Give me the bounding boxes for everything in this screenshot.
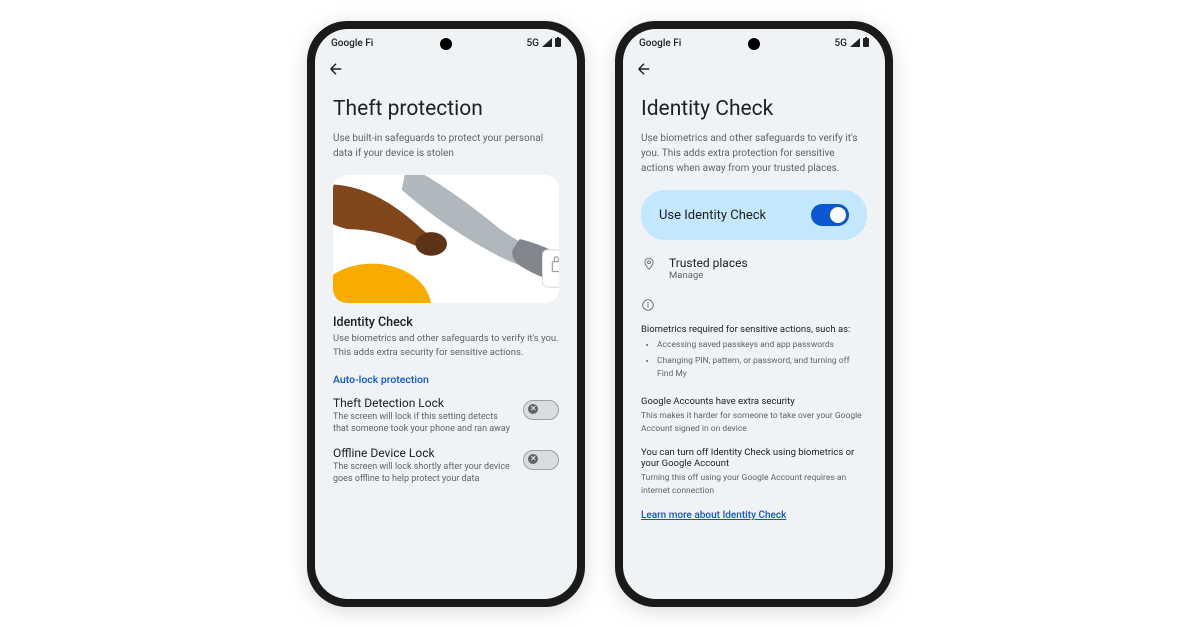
status-bar: Google Fi 5G <box>315 29 577 54</box>
biometrics-item-2: Changing PIN, pattern, or password, and … <box>657 355 867 382</box>
use-identity-check-toggle[interactable] <box>811 204 849 226</box>
google-accounts-info: Google Accounts have extra security This… <box>641 396 867 436</box>
turnoff-body: Turning this off using your Google Accou… <box>641 472 867 498</box>
hero-illustration <box>333 175 559 303</box>
use-identity-check-label: Use Identity Check <box>659 208 766 223</box>
back-button[interactable] <box>327 60 345 83</box>
theft-detection-desc: The screen will lock if this setting det… <box>333 411 513 436</box>
biometrics-info: Biometrics required for sensitive action… <box>641 324 867 384</box>
offline-lock-row[interactable]: Offline Device Lock The screen will lock… <box>333 446 559 486</box>
page-subtitle: Use biometrics and other safeguards to v… <box>641 131 867 176</box>
status-bar: Google Fi 5G <box>623 29 885 54</box>
theft-detection-row[interactable]: Theft Detection Lock The screen will loc… <box>333 396 559 436</box>
signal-icon <box>542 38 552 50</box>
use-identity-check-card[interactable]: Use Identity Check <box>641 190 867 240</box>
phone-right: Google Fi 5G Identity Check Use biometri… <box>615 21 893 607</box>
offline-lock-toggle[interactable]: ✕ <box>523 450 559 470</box>
location-pin-icon <box>642 257 656 271</box>
back-button[interactable] <box>635 60 653 83</box>
autolock-group-label: Auto-lock protection <box>333 373 559 386</box>
page-title: Identity Check <box>641 97 867 121</box>
network-label: 5G <box>835 38 848 49</box>
biometrics-item-1: Accessing saved passkeys and app passwor… <box>657 339 867 353</box>
phone-left: Google Fi 5G Theft protection Use built-… <box>307 21 585 607</box>
turnoff-heading: You can turn off Identity Check using bi… <box>641 447 867 469</box>
biometrics-heading: Biometrics required for sensitive action… <box>641 324 867 335</box>
offline-lock-label: Offline Device Lock <box>333 446 513 460</box>
screen-identity-check: Google Fi 5G Identity Check Use biometri… <box>623 29 885 599</box>
identity-check-desc: Use biometrics and other safeguards to v… <box>333 332 559 361</box>
screen-theft-protection: Google Fi 5G Theft protection Use built-… <box>315 29 577 599</box>
identity-check-title[interactable]: Identity Check <box>333 315 559 330</box>
carrier-label: Google Fi <box>639 38 681 49</box>
carrier-label: Google Fi <box>331 38 373 49</box>
signal-icon <box>850 38 860 50</box>
learn-more-link[interactable]: Learn more about Identity Check <box>641 510 786 521</box>
trusted-places-sub: Manage <box>669 270 748 281</box>
page-subtitle: Use built-in safeguards to protect your … <box>333 131 559 161</box>
network-label: 5G <box>527 38 540 49</box>
turnoff-info: You can turn off Identity Check using bi… <box>641 447 867 498</box>
info-icon <box>641 298 655 312</box>
theft-detection-label: Theft Detection Lock <box>333 396 513 410</box>
theft-detection-toggle[interactable]: ✕ <box>523 400 559 420</box>
trusted-places-row[interactable]: Trusted places Manage <box>641 256 867 281</box>
trusted-places-title: Trusted places <box>669 256 748 270</box>
page-title: Theft protection <box>333 97 559 121</box>
battery-icon <box>555 37 561 50</box>
battery-icon <box>863 37 869 50</box>
google-accounts-body: This makes it harder for someone to take… <box>641 410 867 436</box>
google-accounts-heading: Google Accounts have extra security <box>641 396 867 407</box>
offline-lock-desc: The screen will lock shortly after your … <box>333 461 513 486</box>
